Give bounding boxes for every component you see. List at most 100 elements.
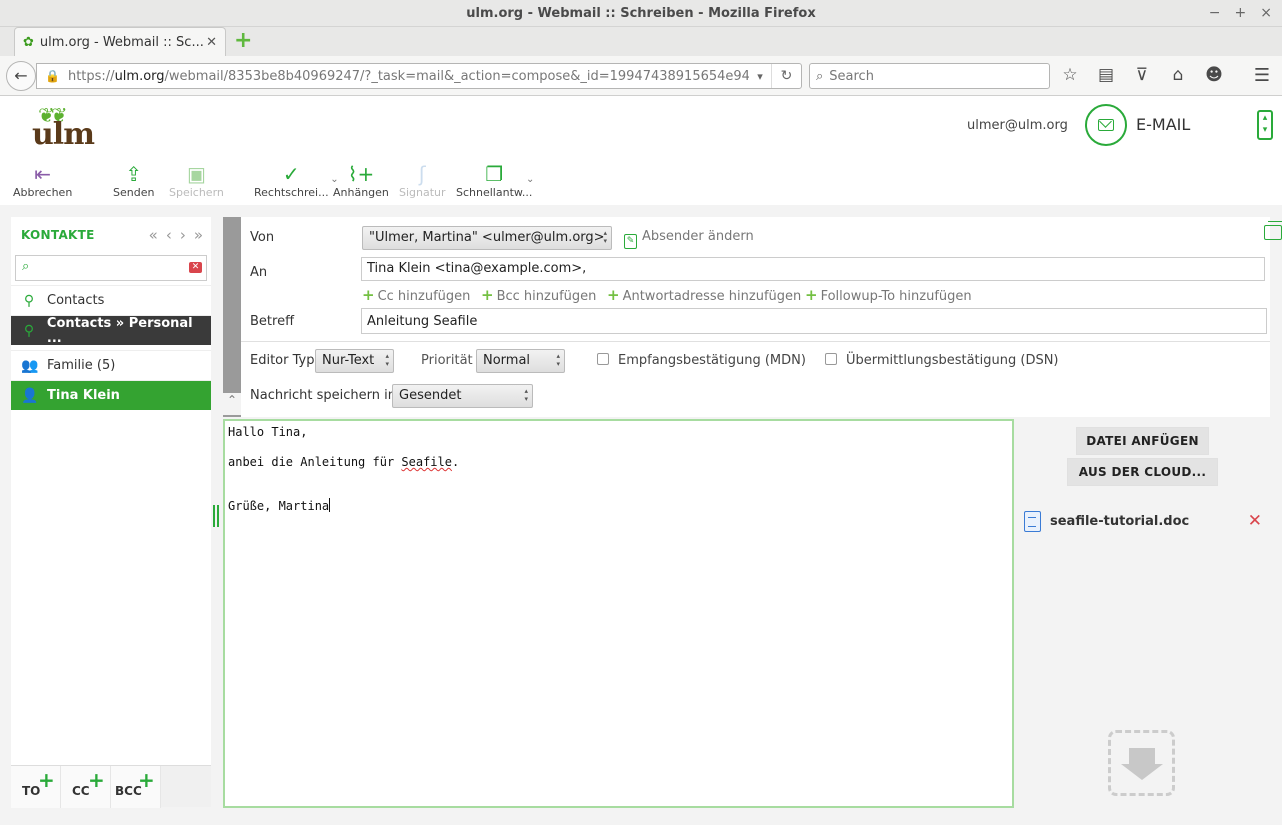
person-icon: 👤 xyxy=(21,387,39,404)
reading-list-icon[interactable]: ▤ xyxy=(1096,65,1116,85)
app-label[interactable]: E-MAIL xyxy=(1136,115,1190,134)
group-icon: 👥 xyxy=(21,357,39,374)
body-line: anbei die Anleitung für Seafile. xyxy=(228,455,460,469)
window-title: ulm.org - Webmail :: Schreiben - Mozilla… xyxy=(466,6,816,21)
dsn-checkbox[interactable]: Übermittlungsbestätigung (DSN) xyxy=(825,353,1059,368)
plus-icon: + xyxy=(38,768,55,792)
subject-label: Betreff xyxy=(250,314,295,329)
attachments-panel: DATEI ANFÜGEN AUS DER CLOUD... seafile-t… xyxy=(1015,419,1270,808)
attach-button[interactable]: ⌇+ Anhängen xyxy=(333,162,389,199)
responses-dropdown-icon[interactable]: ⌄ xyxy=(526,174,534,185)
change-sender-link[interactable]: ✎ Absender ändern xyxy=(624,229,754,249)
drop-zone[interactable] xyxy=(1108,730,1175,796)
attachment-item[interactable]: seafile-tutorial.doc ✕ xyxy=(1024,510,1262,532)
app-switcher-icon[interactable]: ▴ ▾ xyxy=(1257,110,1273,140)
priority-label: Priorität xyxy=(421,353,473,368)
browser-tab[interactable]: ✿ ulm.org - Webmail :: Sc... ✕ xyxy=(14,27,226,56)
cancel-button[interactable]: ⇤ Abbrechen xyxy=(13,162,72,199)
tab-title: ulm.org - Webmail :: Sc... xyxy=(39,34,204,50)
attach-file-button[interactable]: DATEI ANFÜGEN xyxy=(1076,427,1209,455)
close-tab-icon[interactable]: ✕ xyxy=(206,35,217,50)
subject-field[interactable]: Anleitung Seafile xyxy=(361,308,1267,334)
priority-select[interactable]: Normal xyxy=(476,349,565,373)
next-page-icon[interactable]: › xyxy=(180,226,186,244)
user-email: ulmer@ulm.org xyxy=(967,118,1068,133)
window-titlebar: ulm.org - Webmail :: Schreiben - Mozilla… xyxy=(0,0,1282,27)
contacts-footer: TO + CC + BCC + xyxy=(11,765,211,808)
home-icon[interactable]: ⌂ xyxy=(1168,65,1188,85)
from-cloud-button[interactable]: AUS DER CLOUD... xyxy=(1067,458,1218,486)
last-page-icon[interactable]: » xyxy=(194,226,203,244)
resize-handle[interactable] xyxy=(213,505,219,527)
add-cc-link[interactable]: + Cc hinzufügen xyxy=(362,286,470,304)
contacts-panel: KONTAKTE « ‹ › » ⌕ ✕ ⚲ Contacts ⚲ Contac… xyxy=(11,217,211,808)
add-bcc-button[interactable]: BCC + xyxy=(111,766,161,808)
maximize-icon[interactable]: + xyxy=(1235,0,1247,27)
minimize-icon[interactable]: − xyxy=(1209,0,1221,27)
contact-tina-klein[interactable]: 👤 Tina Klein xyxy=(11,380,211,410)
reload-icon[interactable]: ↻ xyxy=(771,64,801,88)
new-tab-icon[interactable]: + xyxy=(234,30,254,52)
search-icon: ⌕ xyxy=(22,259,30,274)
search-input[interactable]: ⌕ Search xyxy=(809,63,1050,89)
navigation-bar: ← 🔒 https://ulm.org/webmail/8353be8b4096… xyxy=(0,56,1282,96)
from-select[interactable]: "Ulmer, Martina" <ulmer@ulm.org> xyxy=(362,226,612,250)
menu-icon[interactable]: ☰ xyxy=(1254,65,1270,86)
contacts-title: KONTAKTE xyxy=(21,227,95,242)
pocket-icon[interactable]: ⊽ xyxy=(1132,65,1152,85)
document-icon xyxy=(1024,510,1041,532)
mdn-checkbox[interactable]: Empfangsbestätigung (MDN) xyxy=(597,353,806,368)
responses-icon: ❐ xyxy=(485,162,504,186)
add-bcc-link[interactable]: + Bcc hinzufügen xyxy=(481,286,596,304)
ulm-logo[interactable]: ❦❦ ulm xyxy=(32,103,112,152)
prev-page-icon[interactable]: ‹ xyxy=(166,226,172,244)
paperclip-icon: ⌇+ xyxy=(347,162,375,186)
history-dropdown-icon[interactable]: ▾ xyxy=(749,70,771,83)
leaf-favicon-icon: ✿ xyxy=(23,34,34,50)
search-icon: ⌕ xyxy=(816,68,824,84)
close-window-icon[interactable]: × xyxy=(1260,0,1272,27)
person-icon: ⚲ xyxy=(23,292,35,309)
plus-icon: + xyxy=(805,286,818,304)
chat-icon[interactable]: ☻ xyxy=(1204,65,1224,85)
to-field[interactable]: Tina Klein <tina@example.com>, xyxy=(361,257,1265,281)
collapse-headers-icon[interactable]: ⌃ xyxy=(223,393,241,415)
clear-search-icon[interactable]: ✕ xyxy=(189,262,202,273)
lock-icon: 🔒 xyxy=(45,69,60,83)
addressbook-personal[interactable]: ⚲ Contacts » Personal ... xyxy=(11,315,211,346)
from-label: Von xyxy=(250,230,275,245)
spellcheck-button[interactable]: ✓ Rechtschrei... ⌄ xyxy=(254,162,339,199)
url-bar[interactable]: 🔒 https://ulm.org/webmail/8353be8b409692… xyxy=(36,63,802,89)
popout-window-icon[interactable] xyxy=(1264,221,1282,240)
email-app-icon[interactable] xyxy=(1085,104,1127,146)
first-page-icon[interactable]: « xyxy=(149,226,158,244)
back-button[interactable]: ← xyxy=(6,61,36,91)
contact-search-input[interactable]: ⌕ ✕ xyxy=(15,255,207,281)
save-button[interactable]: ▣ Speichern xyxy=(169,162,224,199)
store-label: Nachricht speichern in xyxy=(250,388,397,403)
save-icon: ▣ xyxy=(186,162,206,186)
contact-group-familie[interactable]: 👥 Familie (5) xyxy=(11,350,211,380)
back-arrow-icon: ⇤ xyxy=(34,162,52,186)
edit-icon: ✎ xyxy=(624,234,637,249)
delete-attachment-icon[interactable]: ✕ xyxy=(1248,511,1262,531)
store-folder-select[interactable]: Gesendet xyxy=(392,384,533,408)
add-replyto-link[interactable]: + Antwortadresse hinzufügen xyxy=(607,286,801,304)
signature-button[interactable]: ʃ Signatur xyxy=(399,162,446,199)
plus-icon: + xyxy=(481,286,494,304)
text-cursor xyxy=(329,498,331,512)
bookmark-star-icon[interactable]: ☆ xyxy=(1060,65,1080,85)
editor-type-select[interactable]: Nur-Text xyxy=(315,349,394,373)
addressbook-contacts[interactable]: ⚲ Contacts xyxy=(11,285,211,315)
logo-text: ulm xyxy=(32,117,95,152)
add-followupto-link[interactable]: + Followup-To hinzufügen xyxy=(805,286,972,304)
plus-icon: + xyxy=(138,768,155,792)
add-cc-button[interactable]: CC + xyxy=(61,766,111,808)
compose-headers: ⌃ Von "Ulmer, Martina" <ulmer@ulm.org> ✎… xyxy=(223,217,1282,417)
send-button[interactable]: ⇪ Senden xyxy=(113,162,154,199)
add-to-button[interactable]: TO + xyxy=(11,766,61,808)
responses-button[interactable]: ❐ Schnellantw... ⌄ xyxy=(456,162,534,199)
url-text[interactable]: https://ulm.org/webmail/8353be8b40969247… xyxy=(68,69,749,84)
message-body-editor[interactable]: Hallo Tina, anbei die Anleitung für Seaf… xyxy=(223,419,1014,808)
compose-toolbar: ⇤ Abbrechen ⇪ Senden ▣ Speichern ✓ Recht… xyxy=(0,157,1282,205)
